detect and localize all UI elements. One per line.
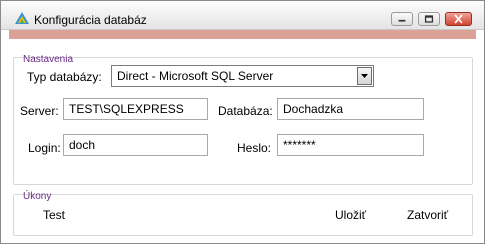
content-panel: Nastavenia Typ databázy: Direct - Micros… — [9, 39, 476, 236]
settings-section-label: Nastavenia — [23, 54, 74, 65]
save-button[interactable]: Uložiť — [335, 208, 366, 222]
actions-group — [13, 194, 473, 236]
chevron-down-icon — [361, 74, 368, 78]
server-label: Server: — [20, 104, 59, 118]
window-title: Konfigurácia databáz — [34, 13, 147, 27]
login-field[interactable]: doch — [63, 134, 208, 156]
dialog-window: Konfigurácia databáz Nastavenia Typ data… — [0, 0, 485, 244]
db-type-label: Typ databázy: — [27, 70, 102, 84]
login-label: Login: — [28, 141, 61, 155]
database-label: Databáza: — [218, 104, 273, 118]
test-button[interactable]: Test — [43, 208, 65, 222]
db-type-value: Direct - Microsoft SQL Server — [117, 69, 274, 83]
server-field[interactable]: TEST\SQLEXPRESS — [63, 98, 208, 120]
header-accent-strip — [9, 30, 476, 39]
database-field[interactable]: Dochadzka — [277, 98, 424, 120]
close-button[interactable]: Zatvoriť — [407, 208, 448, 222]
title-bar[interactable]: Konfigurácia databáz — [1, 1, 484, 30]
password-label: Heslo: — [237, 141, 272, 155]
db-type-dropdown-button[interactable] — [357, 67, 372, 85]
maximize-icon — [424, 15, 434, 23]
close-window-button[interactable] — [445, 12, 472, 26]
app-icon — [15, 12, 29, 24]
actions-section-label: Úkony — [23, 191, 52, 202]
password-field[interactable]: ******* — [277, 134, 424, 156]
maximize-button[interactable] — [418, 12, 440, 26]
minimize-icon — [398, 19, 406, 22]
minimize-button[interactable] — [391, 12, 413, 26]
close-icon — [454, 14, 463, 24]
db-type-select[interactable]: Direct - Microsoft SQL Server — [111, 65, 374, 87]
